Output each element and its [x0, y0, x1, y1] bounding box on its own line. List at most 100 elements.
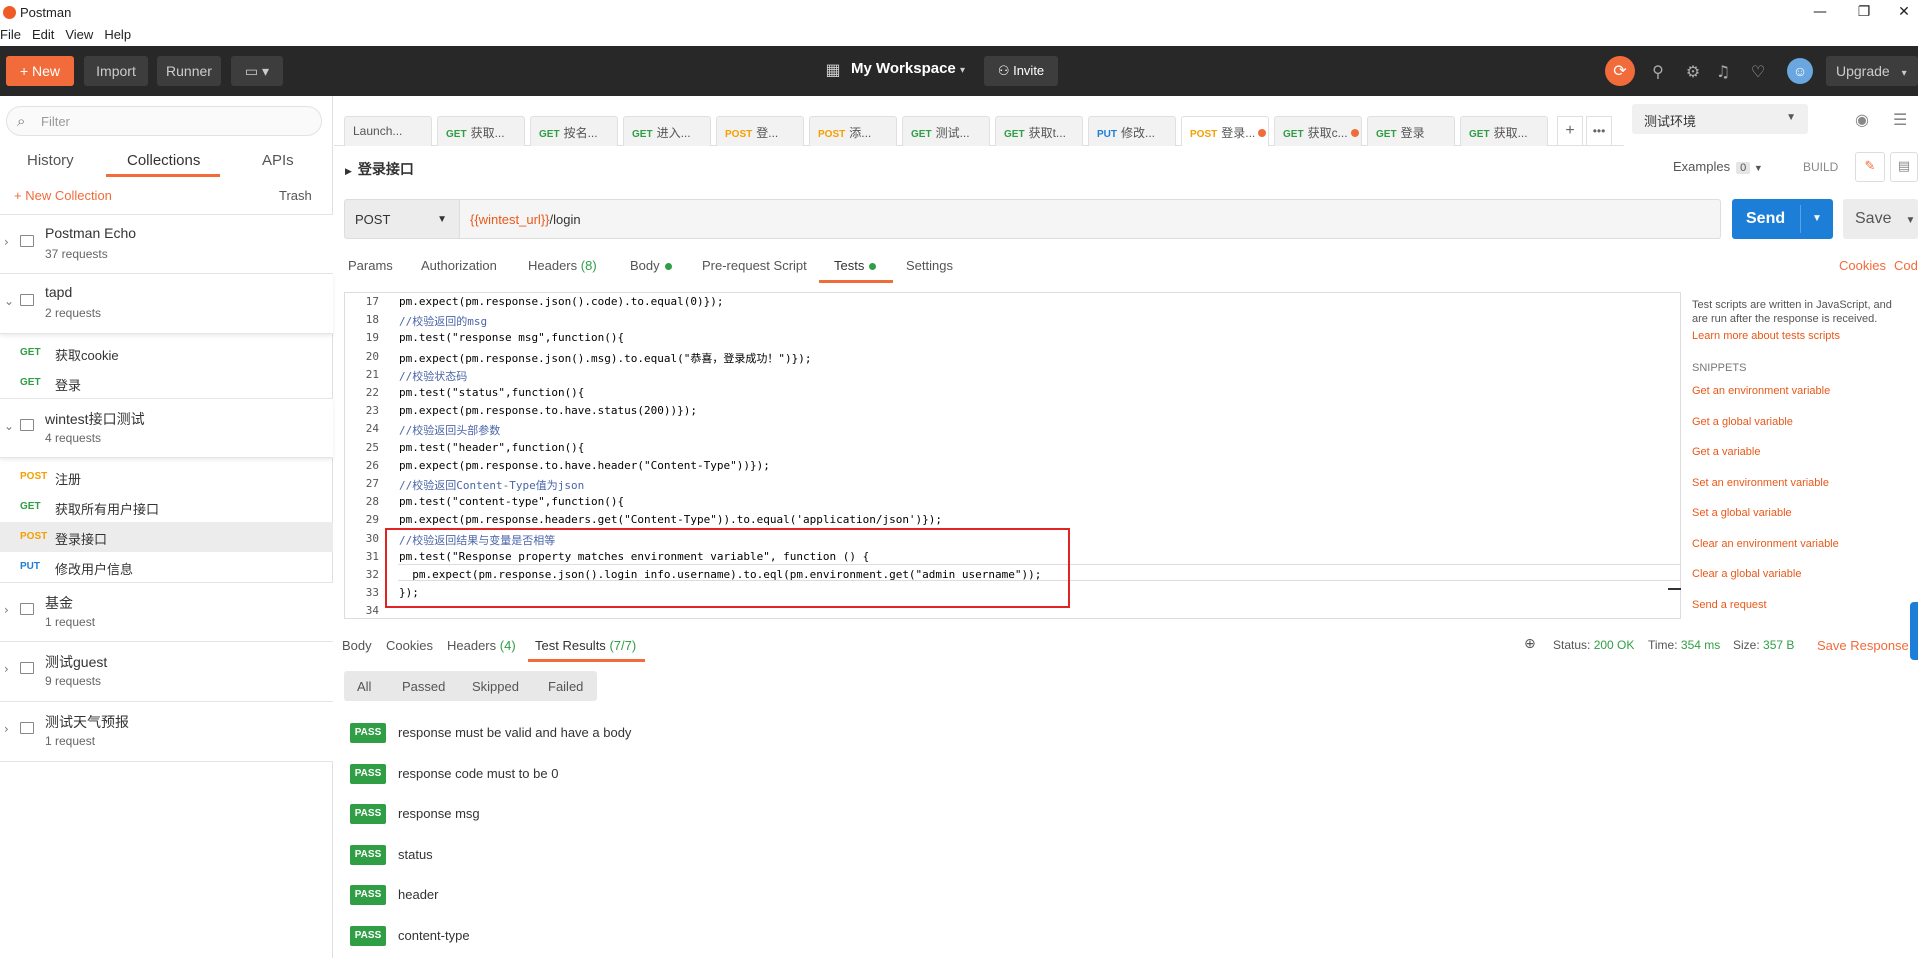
invite-button[interactable]: ⚇ Invite: [984, 56, 1058, 86]
globe-icon[interactable]: ⊕: [1524, 636, 1536, 652]
request-tab[interactable]: GET 登录: [1367, 116, 1455, 146]
menu-view[interactable]: View: [65, 24, 99, 42]
minimize-icon[interactable]: —: [1806, 2, 1834, 22]
filter-all[interactable]: All: [357, 679, 371, 694]
tab-label: 登...: [756, 126, 779, 140]
tab-history[interactable]: History: [27, 152, 74, 169]
tab-params[interactable]: Params: [348, 258, 393, 273]
send-options-icon[interactable]: ▼: [1812, 199, 1822, 239]
examples-dropdown[interactable]: Examples 0 ▼: [1673, 159, 1763, 174]
snippet-link[interactable]: Set a global variable: [1692, 507, 1792, 519]
request-item[interactable]: GET 获取cookie: [0, 338, 333, 368]
request-tab[interactable]: POST 登...: [716, 116, 804, 146]
request-tab[interactable]: GET 测试...: [902, 116, 990, 146]
learn-more-link[interactable]: Learn more about tests scripts: [1692, 330, 1840, 342]
sync-icon[interactable]: ⟳: [1605, 56, 1635, 86]
runner-button[interactable]: Runner: [157, 56, 221, 86]
request-tab[interactable]: GET 获取...: [437, 116, 525, 146]
close-icon[interactable]: ✕: [1890, 2, 1918, 22]
tab-authorization[interactable]: Authorization: [421, 258, 497, 273]
request-tab[interactable]: GET 按名...: [530, 116, 618, 146]
request-item-selected[interactable]: POST 登录接口: [0, 522, 333, 552]
collection-tapd[interactable]: ⌄ tapd 2 requests: [0, 274, 333, 334]
tab-settings[interactable]: Settings: [906, 258, 953, 273]
request-tab[interactable]: GET 获取c...: [1274, 116, 1362, 146]
new-button[interactable]: + New: [6, 56, 74, 86]
collection-weather[interactable]: › 测试天气预报 1 request: [0, 702, 333, 762]
request-tab[interactable]: GET 获取t...: [995, 116, 1083, 146]
tab-apis[interactable]: APIs: [262, 152, 294, 169]
request-tab[interactable]: GET 获取...: [1460, 116, 1548, 146]
satellite-icon[interactable]: ⚲: [1648, 62, 1668, 82]
new-collection-button[interactable]: + New Collection: [14, 188, 112, 203]
response-tab-test-results[interactable]: Test Results (7/7): [535, 638, 636, 653]
documentation-icon[interactable]: ▤: [1890, 152, 1918, 182]
tab-pre-request-script[interactable]: Pre-request Script: [702, 258, 807, 273]
snippet-link[interactable]: Get a global variable: [1692, 416, 1793, 428]
filter-skipped[interactable]: Skipped: [472, 679, 519, 694]
import-button[interactable]: Import: [84, 56, 148, 86]
add-tab-icon[interactable]: +: [1557, 116, 1583, 146]
cookies-link[interactable]: Cookies: [1839, 258, 1886, 273]
menu-edit[interactable]: Edit: [32, 24, 60, 42]
save-response-button[interactable]: Save Response: [1817, 638, 1909, 653]
snippet-link[interactable]: Send a request: [1692, 599, 1767, 611]
response-tab-headers[interactable]: Headers (4): [447, 638, 516, 653]
tab-method: POST: [1190, 129, 1218, 140]
collection-guest[interactable]: › 测试guest 9 requests: [0, 642, 333, 702]
request-item[interactable]: GET 登录: [0, 368, 333, 398]
code-link[interactable]: Cod: [1894, 258, 1918, 273]
filter-failed[interactable]: Failed: [548, 679, 583, 694]
collection-wintest[interactable]: ⌄ wintest接口测试 4 requests: [0, 398, 333, 458]
filter-input[interactable]: ⌕ Filter: [6, 106, 322, 136]
eye-icon[interactable]: ◉: [1855, 110, 1869, 129]
heart-icon[interactable]: ♡: [1748, 62, 1768, 82]
collection-jijin[interactable]: › 基金 1 request: [0, 582, 333, 642]
request-tab[interactable]: POST 添...: [809, 116, 897, 146]
request-item[interactable]: GET 获取所有用户接口: [0, 492, 333, 522]
environment-selector[interactable]: 测试环境 ▼: [1632, 104, 1808, 134]
tab-method: POST: [725, 129, 753, 140]
side-handle[interactable]: [1910, 602, 1918, 660]
tab-collections[interactable]: Collections: [127, 152, 200, 169]
chevron-down-icon: ▼: [437, 214, 447, 225]
save-button[interactable]: Save ▼: [1843, 199, 1918, 239]
snippet-link[interactable]: Get a variable: [1692, 446, 1760, 458]
tab-label: 添...: [849, 126, 872, 140]
upgrade-button[interactable]: Upgrade ▾: [1826, 56, 1918, 86]
response-tab-body[interactable]: Body: [342, 638, 372, 653]
menu-help[interactable]: Help: [104, 24, 137, 42]
response-tab-cookies[interactable]: Cookies: [386, 638, 433, 653]
snippet-link[interactable]: Clear an environment variable: [1692, 538, 1839, 550]
caret-right-icon: ▶: [345, 166, 352, 176]
method-select[interactable]: POST ▼: [344, 199, 460, 239]
menu-file[interactable]: File: [0, 24, 27, 42]
tab-body[interactable]: Body: [630, 258, 672, 273]
notifications-icon[interactable]: ♫: [1713, 62, 1733, 82]
snippet-link[interactable]: Clear a global variable: [1692, 568, 1801, 580]
tab-tests[interactable]: Tests: [834, 258, 877, 273]
request-tab[interactable]: POST 登录...: [1181, 116, 1269, 146]
request-tab[interactable]: PUT 修改...: [1088, 116, 1176, 146]
avatar[interactable]: ☺: [1787, 58, 1813, 84]
request-item[interactable]: PUT 修改用户信息: [0, 552, 333, 582]
request-tab[interactable]: GET 进入...: [623, 116, 711, 146]
snippet-link[interactable]: Get an environment variable: [1692, 385, 1830, 397]
workspace-selector[interactable]: My Workspace ▾: [851, 60, 965, 77]
new-window-dropdown[interactable]: ▭ ▾: [231, 56, 283, 86]
url-input[interactable]: {{wintest_url}}/login: [459, 199, 1721, 239]
maximize-icon[interactable]: ❐: [1850, 2, 1878, 22]
trash-button[interactable]: Trash: [279, 188, 312, 203]
collection-postman-echo[interactable]: › Postman Echo 37 requests: [0, 214, 333, 274]
request-tab[interactable]: Launch...: [344, 116, 432, 146]
send-button[interactable]: Send ▼: [1732, 199, 1833, 239]
request-title[interactable]: ▶ 登录接口: [345, 159, 414, 179]
edit-icon[interactable]: ✎: [1855, 152, 1885, 182]
settings-sliders-icon[interactable]: ☰: [1893, 110, 1907, 129]
snippet-link[interactable]: Set an environment variable: [1692, 477, 1829, 489]
tab-headers[interactable]: Headers (8): [528, 258, 597, 273]
filter-passed[interactable]: Passed: [402, 679, 445, 694]
request-item[interactable]: POST 注册: [0, 462, 333, 492]
settings-icon[interactable]: ⚙: [1683, 62, 1703, 82]
more-tabs-icon[interactable]: •••: [1586, 116, 1612, 146]
